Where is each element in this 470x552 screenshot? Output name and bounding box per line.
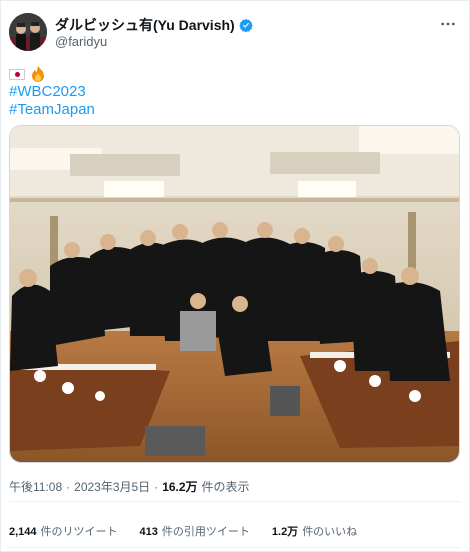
handle[interactable]: @faridyu	[55, 34, 107, 49]
tweet-time[interactable]: 午後11:08	[9, 478, 62, 495]
retweets-stat[interactable]: 2,144 件のリツイート	[9, 523, 118, 539]
quotes-label: 件の引用ツイート	[161, 526, 250, 538]
meta-separator: ·	[154, 479, 159, 494]
divider	[9, 501, 461, 502]
more-options-icon[interactable]	[439, 15, 457, 33]
tweet-header: ダルビッシュ有(Yu Darvish) @faridyu	[1, 1, 470, 61]
emoji-line	[9, 65, 95, 83]
quotes-stat[interactable]: 413 件の引用ツイート	[140, 523, 250, 539]
avatar[interactable]	[9, 13, 47, 51]
divider	[9, 547, 461, 548]
japan-flag-icon	[9, 68, 25, 80]
verified-badge-icon	[238, 18, 253, 32]
likes-count: 1.2万	[271, 526, 299, 538]
views-label: 件の表示	[201, 480, 250, 494]
name-row: ダルビッシュ有(Yu Darvish)	[55, 15, 253, 35]
tweet-card: ダルビッシュ有(Yu Darvish) @faridyu #WBC2023 #T…	[0, 0, 470, 552]
tweet-photo[interactable]	[9, 125, 460, 463]
avatar-image	[9, 13, 47, 51]
tweet-meta: 午後11:08 · 2023年3月5日 · 16.2万 件の表示	[9, 478, 250, 495]
likes-stat[interactable]: 1.2万 件のいいね	[272, 523, 357, 539]
hashtag-wbc2023[interactable]: #WBC2023	[9, 83, 95, 101]
likes-label: 件のいいね	[302, 526, 358, 538]
retweets-count: 2,144	[9, 526, 37, 538]
retweets-label: 件のリツイート	[40, 526, 118, 538]
tweet-date[interactable]: 2023年3月5日	[74, 478, 150, 495]
quotes-count: 413	[139, 526, 158, 538]
hashtag-teamjapan[interactable]: #TeamJapan	[9, 101, 95, 119]
tweet-text: #WBC2023 #TeamJapan	[9, 65, 95, 119]
group-photo-image	[10, 126, 459, 462]
fire-icon	[32, 66, 44, 82]
tweet-stats: 2,144 件のリツイート 413 件の引用ツイート 1.2万 件のいいね	[9, 523, 357, 539]
display-name[interactable]: ダルビッシュ有(Yu Darvish)	[55, 15, 235, 35]
meta-separator: ·	[66, 479, 71, 494]
views-count: 16.2万	[162, 480, 198, 494]
